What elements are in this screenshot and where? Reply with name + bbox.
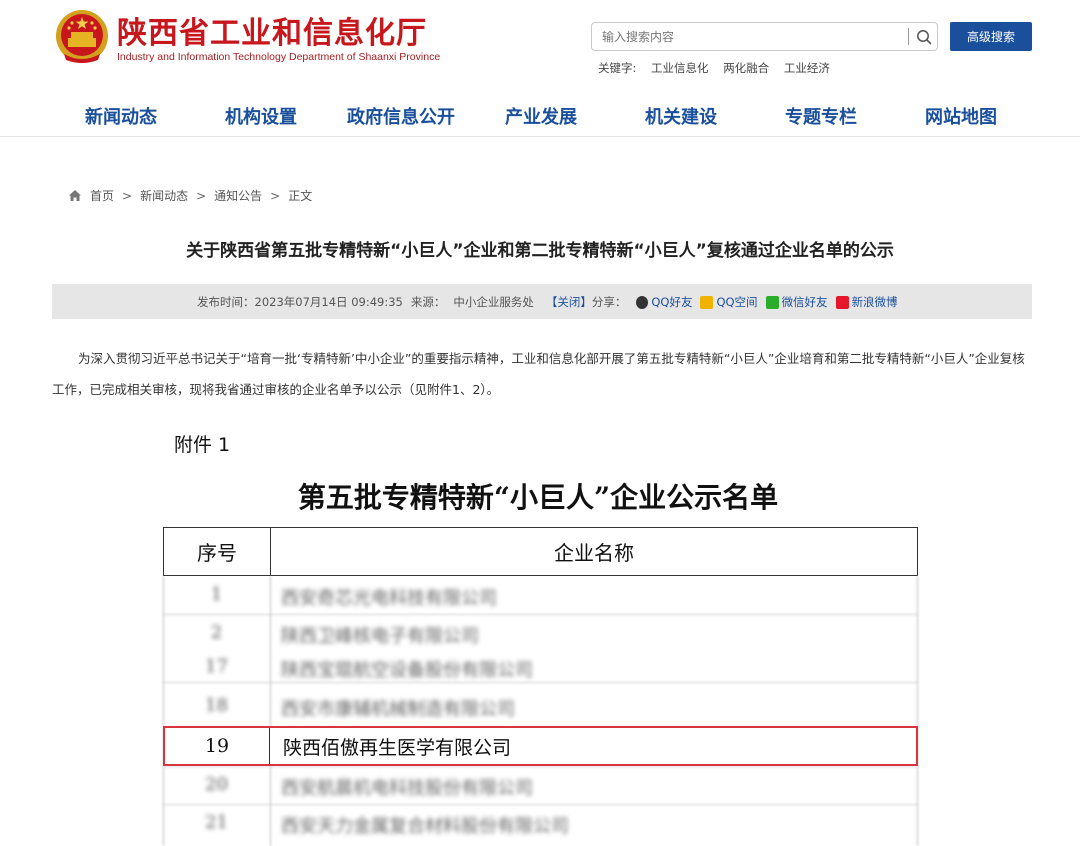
nav-item-organization[interactable]: 机构设置	[225, 103, 297, 129]
blurred-table-grid	[163, 576, 918, 846]
search-keywords: 关键字: 工业信息化 两化融合 工业经济	[598, 60, 841, 76]
breadcrumb: 首页 > 新闻动态 > 通知公告 > 正文	[68, 187, 312, 204]
article-meta-bar: 发布时间：2023年07月14日 09:49:35 来源： 中小企业服务处 【关…	[52, 284, 1032, 319]
nav-item-industry[interactable]: 产业发展	[505, 103, 577, 129]
breadcrumb-separator: >	[122, 188, 133, 203]
site-header: 陕西省工业和信息化厅 Industry and Information Tech…	[0, 0, 1080, 95]
breadcrumb-notices[interactable]: 通知公告	[214, 187, 262, 204]
share-weibo[interactable]: 新浪微博	[835, 294, 898, 310]
share-label: 分享：	[591, 295, 627, 309]
site-title: 陕西省工业和信息化厅	[117, 16, 427, 51]
wechat-icon	[765, 295, 779, 309]
nav-item-party[interactable]: 机关建设	[645, 103, 717, 129]
column-header-name: 企业名称	[554, 541, 634, 565]
article-title: 关于陕西省第五批专精特新“小巨人”企业和第二批专精特新“小巨人”复核通过企业名单…	[186, 241, 894, 261]
keyword-link[interactable]: 工业信息化	[651, 61, 709, 75]
article-paragraph: 为深入贯彻习近平总书记关于“培育一批‘专精特新’中小企业”的重要指示精神，工业和…	[52, 351, 1025, 397]
search-box	[591, 22, 938, 51]
close-link[interactable]: 【关闭】	[546, 294, 592, 310]
qq-icon	[636, 295, 649, 309]
breadcrumb-news[interactable]: 新闻动态	[140, 187, 188, 204]
keywords-label: 关键字:	[598, 61, 637, 75]
nav-item-gov-info[interactable]: 政府信息公开	[347, 103, 455, 129]
breadcrumb-home[interactable]: 首页	[90, 187, 114, 204]
publish-time: 发布时间：2023年07月14日 09:49:35	[197, 295, 403, 309]
breadcrumb-current: 正文	[288, 189, 313, 203]
weibo-icon	[835, 295, 849, 309]
source-label: 来源：	[410, 295, 446, 309]
source-value: 中小企业服务处	[453, 295, 534, 309]
table-header: 序号 企业名称	[163, 527, 918, 576]
search-input[interactable]	[593, 24, 903, 49]
breadcrumb-separator: >	[196, 188, 207, 203]
nav-item-sitemap[interactable]: 网站地图	[925, 103, 997, 129]
main-nav: 新闻动态 机构设置 政府信息公开 产业发展 机关建设 专题专栏 网站地图	[0, 95, 1080, 137]
keyword-link[interactable]: 两化融合	[723, 61, 769, 75]
attachment-title: 第五批专精特新“小巨人”企业公示名单	[297, 481, 779, 514]
nav-item-topics[interactable]: 专题专栏	[785, 103, 857, 129]
highlight-row-no: 19	[165, 728, 270, 764]
share-qzone[interactable]: QQ空间	[700, 294, 758, 310]
search-divider	[908, 28, 909, 45]
attachment-label: 附件 1	[174, 434, 231, 456]
search-icon[interactable]	[915, 28, 933, 46]
column-header-no: 序号	[164, 528, 271, 575]
article-meta: 发布时间：2023年07月14日 09:49:35 来源： 中小企业服务处 【关…	[197, 294, 906, 310]
highlighted-table-row: 19 陕西佰傲再生医学有限公司	[163, 726, 918, 766]
qzone-icon	[700, 295, 714, 309]
highlight-row-name: 陕西佰傲再生医学有限公司	[283, 736, 512, 759]
keyword-link[interactable]: 工业经济	[784, 61, 830, 75]
breadcrumb-separator: >	[270, 188, 281, 203]
site-subtitle: Industry and Information Technology Depa…	[117, 51, 441, 63]
nav-item-news[interactable]: 新闻动态	[85, 103, 157, 129]
home-icon	[69, 190, 81, 201]
national-emblem-icon[interactable]	[54, 8, 110, 66]
share-wechat[interactable]: 微信好友	[765, 294, 828, 310]
advanced-search-button[interactable]: 高级搜索	[950, 22, 1032, 51]
share-qq-friend[interactable]: QQ好友	[636, 294, 692, 310]
